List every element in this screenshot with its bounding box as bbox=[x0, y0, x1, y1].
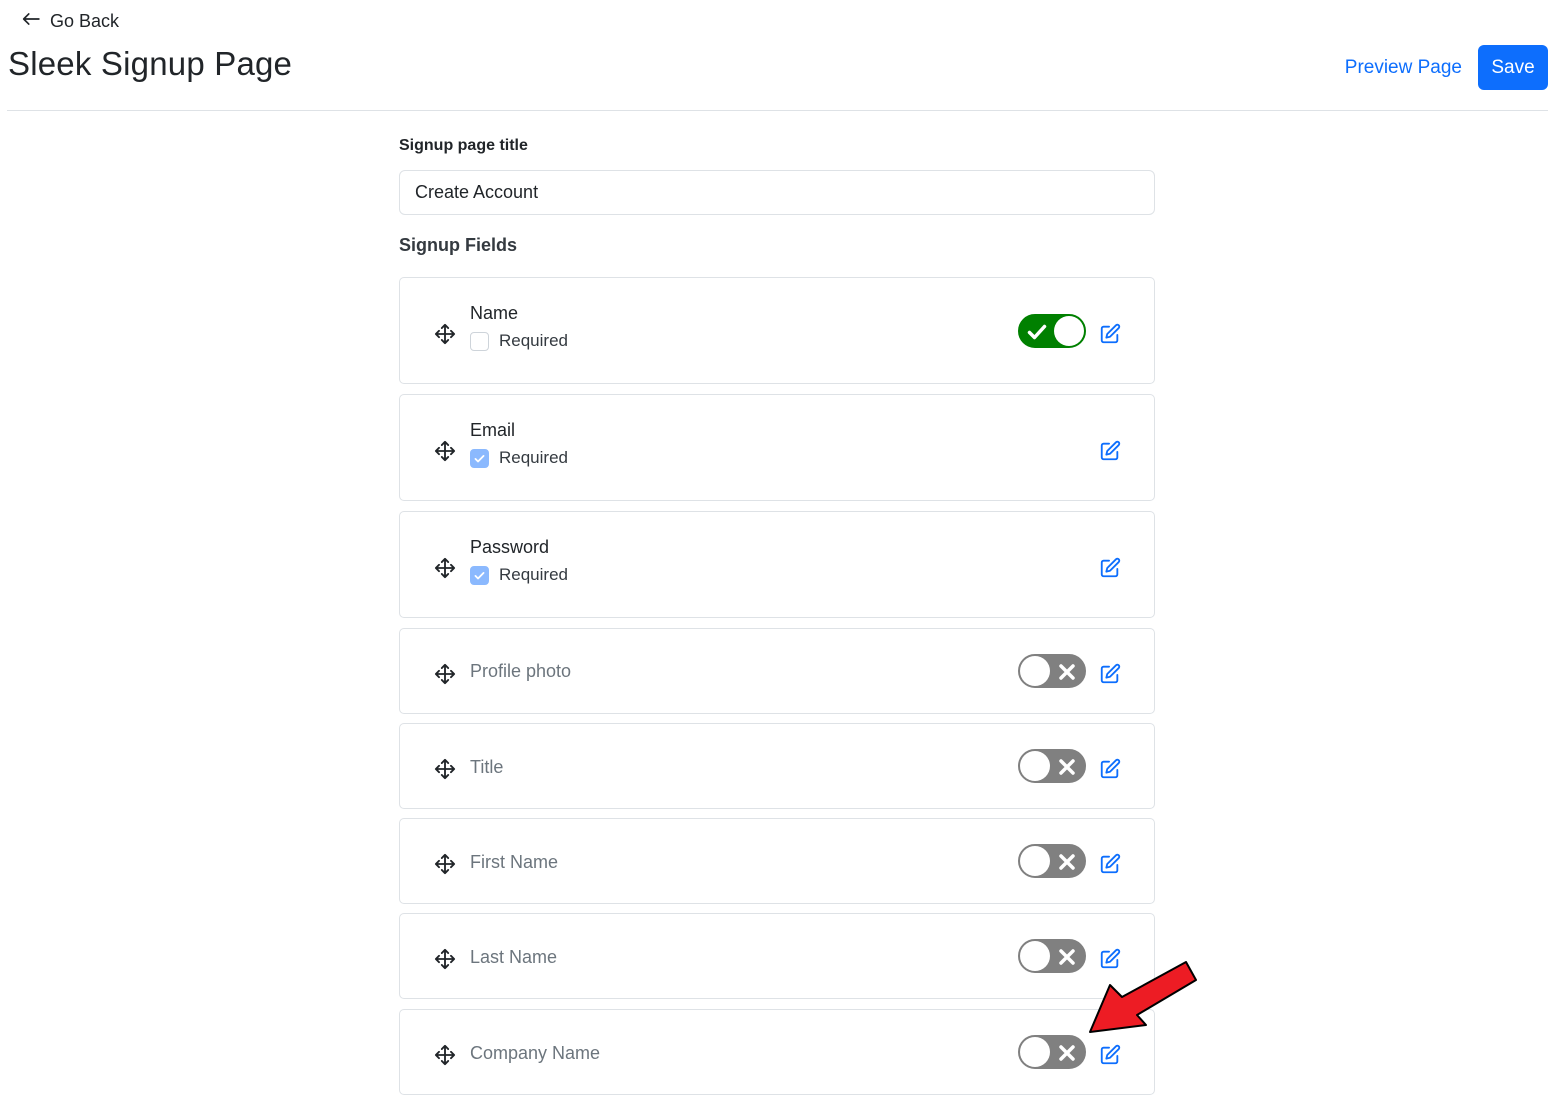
toggle-knob bbox=[1020, 941, 1050, 971]
required-option: Required bbox=[470, 448, 568, 468]
pencil-square-icon[interactable] bbox=[1099, 557, 1121, 579]
move-arrows-icon[interactable] bbox=[434, 948, 456, 970]
required-checkbox[interactable] bbox=[470, 565, 489, 585]
required-option: Required bbox=[470, 565, 568, 585]
required-checkbox[interactable] bbox=[470, 448, 489, 468]
required-option: Required bbox=[470, 331, 568, 351]
field-card-company-name: Company Name bbox=[399, 1009, 1155, 1095]
field-enabled-toggle[interactable] bbox=[1018, 654, 1086, 688]
x-icon bbox=[1057, 852, 1077, 872]
pencil-square-icon[interactable] bbox=[1099, 323, 1121, 345]
field-enabled-toggle[interactable] bbox=[1018, 749, 1086, 783]
go-back-link[interactable]: Go Back bbox=[22, 9, 119, 33]
x-icon bbox=[1057, 947, 1077, 967]
toggle-knob bbox=[1020, 751, 1050, 781]
field-name-label: First Name bbox=[470, 852, 559, 872]
field-card-email: Email Required bbox=[399, 394, 1155, 501]
arrow-left-icon bbox=[22, 10, 40, 33]
field-card-first-name: First Name bbox=[399, 818, 1155, 904]
toggle-knob bbox=[1054, 316, 1084, 346]
move-arrows-icon[interactable] bbox=[434, 1044, 456, 1066]
page-title: Sleek Signup Page bbox=[8, 45, 293, 82]
move-arrows-icon[interactable] bbox=[434, 663, 456, 685]
x-icon bbox=[1057, 757, 1077, 777]
save-button[interactable]: Save bbox=[1478, 45, 1548, 90]
field-enabled-toggle[interactable] bbox=[1018, 939, 1086, 973]
field-name-label: Last Name bbox=[470, 947, 558, 967]
move-arrows-icon[interactable] bbox=[434, 440, 456, 462]
field-enabled-toggle[interactable] bbox=[1018, 1035, 1086, 1069]
toggle-knob bbox=[1020, 1037, 1050, 1067]
field-name-label: Email bbox=[470, 420, 516, 440]
x-icon bbox=[1057, 1043, 1077, 1063]
signup-fields-heading: Signup Fields bbox=[399, 235, 518, 255]
toggle-knob bbox=[1020, 846, 1050, 876]
field-name-label: Company Name bbox=[470, 1043, 601, 1063]
field-enabled-toggle[interactable] bbox=[1018, 844, 1086, 878]
pencil-square-icon[interactable] bbox=[1099, 663, 1121, 685]
required-label: Required bbox=[499, 565, 568, 584]
field-card-password: Password Required bbox=[399, 511, 1155, 618]
pencil-square-icon[interactable] bbox=[1099, 440, 1121, 462]
field-card-last-name: Last Name bbox=[399, 913, 1155, 999]
move-arrows-icon[interactable] bbox=[434, 557, 456, 579]
move-arrows-icon[interactable] bbox=[434, 323, 456, 345]
field-card-profile-photo: Profile photo bbox=[399, 628, 1155, 714]
required-label: Required bbox=[499, 331, 568, 350]
field-enabled-toggle[interactable] bbox=[1018, 314, 1086, 348]
pencil-square-icon[interactable] bbox=[1099, 1044, 1121, 1066]
field-name-label: Password bbox=[470, 537, 550, 557]
field-name-label: Profile photo bbox=[470, 661, 572, 681]
x-icon bbox=[1057, 662, 1077, 682]
signup-page-editor: Go Back Sleek Signup Page Preview Page S… bbox=[0, 0, 1553, 1101]
move-arrows-icon[interactable] bbox=[434, 853, 456, 875]
toggle-knob bbox=[1020, 656, 1050, 686]
pencil-square-icon[interactable] bbox=[1099, 853, 1121, 875]
required-label: Required bbox=[499, 448, 568, 467]
move-arrows-icon[interactable] bbox=[434, 758, 456, 780]
field-name-label: Title bbox=[470, 757, 504, 777]
field-card-title: Title bbox=[399, 723, 1155, 809]
field-card-name: Name Required bbox=[399, 277, 1155, 384]
field-name-label: Name bbox=[470, 303, 519, 323]
preview-page-link[interactable]: Preview Page bbox=[1345, 56, 1462, 80]
signup-title-input[interactable] bbox=[399, 170, 1155, 215]
pencil-square-icon[interactable] bbox=[1099, 758, 1121, 780]
go-back-label: Go Back bbox=[50, 10, 120, 31]
header-divider bbox=[7, 110, 1548, 111]
signup-title-label: Signup page title bbox=[399, 137, 528, 154]
check-icon bbox=[1027, 322, 1047, 342]
required-checkbox[interactable] bbox=[470, 331, 489, 351]
annotation-arrow-icon bbox=[1089, 961, 1197, 1033]
